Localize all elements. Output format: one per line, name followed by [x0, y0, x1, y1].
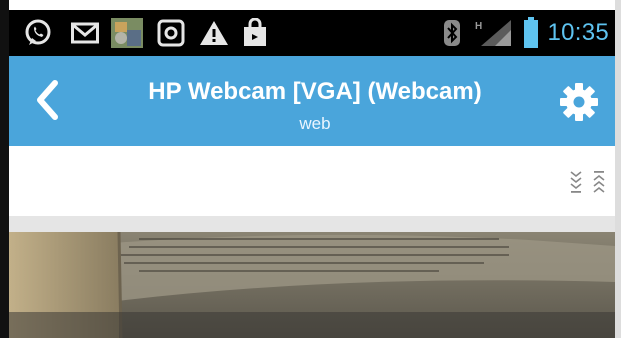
- camera-app-icon: [155, 10, 187, 56]
- back-button[interactable]: [25, 74, 69, 126]
- battery-icon: [521, 10, 541, 56]
- chevrons-up-icon: [593, 171, 605, 193]
- photo-icon: [109, 10, 145, 56]
- gmail-icon: [69, 10, 101, 56]
- divider: [9, 216, 615, 232]
- device-frame-right: [615, 0, 621, 338]
- status-bar: H 10:35: [9, 10, 615, 56]
- signal-h-icon: H: [471, 10, 517, 56]
- bluetooth-icon: [439, 10, 465, 56]
- gear-icon: [560, 83, 598, 121]
- chevron-left-icon: [37, 80, 58, 120]
- expand-up-button[interactable]: [591, 168, 607, 196]
- shopping-bag-icon: [239, 10, 271, 56]
- webcam-frame-image: [9, 232, 615, 338]
- settings-button[interactable]: [557, 80, 601, 124]
- clock: 10:35: [547, 19, 609, 46]
- device-frame-left: [0, 0, 9, 338]
- svg-text:H: H: [475, 21, 482, 32]
- action-bar: HP Webcam [VGA] (Webcam) web: [9, 56, 615, 146]
- chevrons-down-icon: [570, 171, 582, 193]
- webcam-live-view[interactable]: [9, 232, 615, 338]
- warning-icon: [197, 10, 231, 56]
- page-subtitle: web: [299, 114, 331, 133]
- view-toolbar: [9, 146, 615, 216]
- page-title: HP Webcam [VGA] (Webcam): [148, 78, 482, 105]
- collapse-down-button[interactable]: [568, 168, 584, 196]
- whatsapp-icon: [21, 10, 55, 56]
